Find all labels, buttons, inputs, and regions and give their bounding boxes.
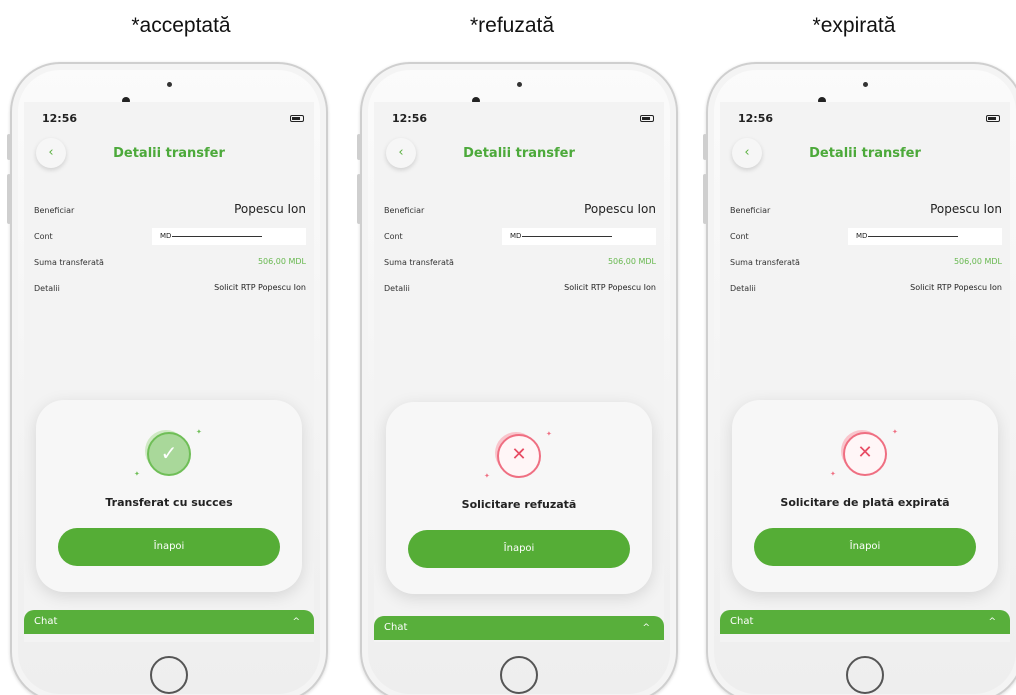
beneficiary-value: Popescu Ion	[234, 202, 306, 216]
home-button[interactable]	[846, 656, 884, 694]
details-value: Solicit RTP Popescu Ion	[564, 283, 656, 292]
sensor-dot	[517, 82, 522, 87]
sparkle-icon: ✦	[830, 470, 836, 478]
beneficiary-row: Beneficiar Popescu Ion	[34, 202, 306, 222]
details-value: Solicit RTP Popescu Ion	[910, 283, 1002, 292]
account-prefix: MD	[510, 232, 522, 240]
chevron-up-icon: ^	[642, 623, 650, 633]
status-modal: ✓ ✦ ✦ Transferat cu succes Înapoi	[36, 400, 302, 592]
screen: 12:56 ‹ Detalii transfer Beneficiar Pope…	[374, 102, 664, 642]
account-field: MD	[502, 228, 656, 245]
details-label: Detalii	[34, 284, 60, 293]
screen: 12:56 ‹ Detalii transfer Beneficiar Pope…	[720, 102, 1010, 642]
account-label: Cont	[730, 232, 749, 241]
chat-bar[interactable]: Chat ^	[720, 610, 1010, 634]
sparkle-icon: ✦	[484, 472, 490, 480]
sparkle-icon: ✦	[892, 428, 898, 436]
back-primary-button[interactable]: Înapoi	[58, 528, 280, 566]
back-primary-button[interactable]: Înapoi	[754, 528, 976, 566]
battery-icon	[986, 115, 1000, 122]
beneficiary-label: Beneficiar	[384, 206, 425, 215]
chevron-up-icon: ^	[988, 617, 996, 627]
check-circle-icon: ✓	[147, 432, 191, 476]
caption-expired: *expirată	[812, 14, 896, 37]
status-modal: ✕ ✦ ✦ Solicitare refuzată Înapoi	[386, 402, 652, 594]
amount-row: Suma transferată 506,00 MDL	[34, 254, 306, 274]
status-message: Transferat cu succes	[105, 496, 233, 509]
account-field: MD	[152, 228, 306, 245]
status-modal: ✕ ✦ ✦ Solicitare de plată expirată Înapo…	[732, 400, 998, 592]
phone-refused: 12:56 ‹ Detalii transfer Beneficiar Pope…	[357, 62, 678, 695]
account-label: Cont	[34, 232, 53, 241]
chat-bar[interactable]: Chat ^	[374, 616, 664, 640]
beneficiary-label: Beneficiar	[730, 206, 771, 215]
chat-label: Chat	[384, 622, 408, 633]
beneficiary-label: Beneficiar	[34, 206, 75, 215]
beneficiary-row: Beneficiar Popescu Ion	[730, 202, 1002, 222]
page-title: Detalii transfer	[463, 146, 575, 161]
page-title: Detalii transfer	[113, 146, 225, 161]
battery-icon	[290, 115, 304, 122]
battery-icon	[640, 115, 654, 122]
amount-value: 506,00 MDL	[257, 257, 306, 266]
amount-row: Suma transferată 506,00 MDL	[730, 254, 1002, 274]
amount-value: 506,00 MDL	[607, 257, 656, 266]
chat-label: Chat	[34, 616, 58, 627]
details-row: Detalii Solicit RTP Popescu Ion	[730, 280, 1002, 300]
screen: 12:56 ‹ Detalii transfer Beneficiar Pope…	[24, 102, 314, 642]
details-label: Detalii	[384, 284, 410, 293]
chat-label: Chat	[730, 616, 754, 627]
status-message: Solicitare de plată expirată	[780, 496, 950, 509]
details-label: Detalii	[730, 284, 756, 293]
amount-label: Suma transferată	[730, 258, 800, 267]
status-time: 12:56	[392, 112, 428, 125]
caption-refused: *refuzată	[469, 14, 555, 37]
back-primary-button[interactable]: Înapoi	[408, 530, 630, 568]
account-prefix: MD	[856, 232, 868, 240]
sparkle-icon: ✦	[546, 430, 552, 438]
amount-value: 506,00 MDL	[953, 257, 1002, 266]
caption-accepted: *acceptată	[131, 14, 231, 37]
status-message: Solicitare refuzată	[461, 498, 577, 511]
amount-label: Suma transferată	[34, 258, 104, 267]
account-label: Cont	[384, 232, 403, 241]
sensor-dot	[167, 82, 172, 87]
phone-accepted: 12:56 ‹ Detalii transfer Beneficiar Pope…	[7, 62, 328, 695]
beneficiary-value: Popescu Ion	[930, 202, 1002, 216]
account-row: Cont MD	[34, 228, 306, 248]
page-title: Detalii transfer	[809, 146, 921, 161]
amount-label: Suma transferată	[384, 258, 454, 267]
details-row: Detalii Solicit RTP Popescu Ion	[34, 280, 306, 300]
sparkle-icon: ✦	[196, 428, 202, 436]
x-circle-icon: ✕	[497, 434, 541, 478]
account-row: Cont MD	[730, 228, 1002, 248]
home-button[interactable]	[500, 656, 538, 694]
chevron-up-icon: ^	[292, 617, 300, 627]
beneficiary-value: Popescu Ion	[584, 202, 656, 216]
chat-bar[interactable]: Chat ^	[24, 610, 314, 634]
details-row: Detalii Solicit RTP Popescu Ion	[384, 280, 656, 300]
home-button[interactable]	[150, 656, 188, 694]
sensor-dot	[863, 82, 868, 87]
status-time: 12:56	[738, 112, 774, 125]
account-prefix: MD	[160, 232, 172, 240]
account-row: Cont MD	[384, 228, 656, 248]
status-time: 12:56	[42, 112, 78, 125]
beneficiary-row: Beneficiar Popescu Ion	[384, 202, 656, 222]
details-value: Solicit RTP Popescu Ion	[214, 283, 306, 292]
account-field: MD	[848, 228, 1002, 245]
amount-row: Suma transferată 506,00 MDL	[384, 254, 656, 274]
phone-expired: 12:56 ‹ Detalii transfer Beneficiar Pope…	[703, 62, 1016, 695]
sparkle-icon: ✦	[134, 470, 140, 478]
x-circle-icon: ✕	[843, 432, 887, 476]
